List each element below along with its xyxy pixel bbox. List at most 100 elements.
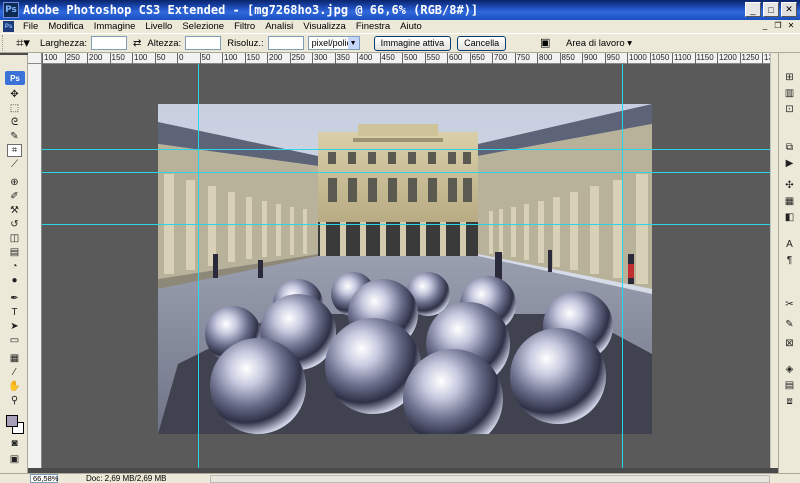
zoom-level-field[interactable]: 66,58% (30, 474, 58, 483)
menu-aiuto[interactable]: Aiuto (395, 21, 427, 32)
hand-icon[interactable]: ✋ (7, 380, 22, 393)
menu-immagine[interactable]: Immagine (89, 21, 141, 32)
swap-dimensions-icon[interactable]: ⇄ (133, 38, 141, 49)
horizontal-guide[interactable] (42, 172, 770, 173)
clone-stamp-icon[interactable]: ⚒ (7, 204, 22, 217)
slice-icon[interactable]: ⟋ (7, 158, 22, 171)
menu-filtro[interactable]: Filtro (229, 21, 260, 32)
vertical-ruler[interactable] (28, 64, 42, 468)
lasso-icon[interactable]: ᘓ (7, 116, 22, 129)
horizontal-scrollbar[interactable] (210, 475, 770, 483)
move-icon[interactable]: ✥ (7, 88, 22, 101)
crop-icon[interactable]: ⌗ (7, 144, 22, 157)
vertical-guide[interactable] (622, 64, 623, 468)
quick-selection-icon[interactable]: ✎ (7, 130, 22, 143)
workspace-menu[interactable]: Area di lavoro ▾ (566, 38, 632, 49)
brushes-icon[interactable]: ✎ (782, 318, 797, 331)
ruler-label: 1100 (674, 53, 692, 62)
info-icon[interactable]: ⊡ (782, 103, 797, 116)
paragraph-icon[interactable]: ¶ (782, 254, 797, 267)
gradient-icon[interactable]: ▤ (7, 246, 22, 259)
doc-restore-icon[interactable]: ❐ (773, 20, 783, 30)
menu-analisi[interactable]: Analisi (260, 21, 298, 32)
horizontal-guide[interactable] (42, 224, 770, 225)
screen-mode-icon[interactable]: ▣ (7, 453, 22, 466)
doc-close-icon[interactable]: ✕ (786, 20, 796, 30)
tool-presets-icon[interactable]: ✂ (782, 298, 797, 311)
width-input[interactable] (91, 36, 128, 50)
options-grip[interactable] (2, 35, 6, 51)
marquee-icon[interactable]: ⬚ (7, 102, 22, 115)
swatches-icon[interactable]: ▦ (782, 195, 797, 208)
styles-icon[interactable]: ◧ (782, 211, 797, 224)
ruler-label: 900 (584, 53, 598, 62)
blur-icon[interactable]: ◔ (7, 260, 22, 273)
ruler-tick (402, 53, 403, 64)
doc-minimize-icon[interactable]: _ (760, 20, 770, 30)
minimize-button[interactable]: _ (745, 2, 761, 17)
menu-livello[interactable]: Livello (140, 21, 177, 32)
brush-icon[interactable]: ✐ (7, 190, 22, 203)
ruler-tick (424, 53, 426, 64)
path-selection-icon[interactable]: ➤ (7, 320, 22, 333)
healing-icon[interactable]: ⊕ (7, 176, 22, 189)
clear-button[interactable]: Cancella (457, 35, 507, 51)
menu-modifica[interactable]: Modifica (43, 21, 88, 32)
ruler-tick (537, 53, 538, 64)
maximize-button[interactable]: □ (763, 2, 779, 17)
horizontal-guide[interactable] (42, 149, 770, 150)
options-bar: ⌗▾ Larghezza: ⇄ Altezza: Risoluz.: pixel… (0, 33, 800, 53)
document-image[interactable] (158, 104, 652, 434)
navigator-icon[interactable]: ⊞ (782, 71, 797, 84)
character-icon[interactable]: A (782, 238, 797, 251)
resolution-unit-select[interactable]: pixel/police ▼ (307, 36, 360, 50)
ruler-origin[interactable] (28, 53, 42, 64)
ruler-label: 650 (471, 53, 485, 62)
foreground-color-swatch[interactable] (6, 415, 18, 427)
history-icon[interactable]: ⧉ (782, 141, 797, 154)
ruler-tick (132, 53, 133, 64)
layers-icon[interactable]: ◈ (782, 363, 797, 376)
dodge-icon[interactable]: ● (7, 274, 22, 287)
ruler-label: 600 (449, 53, 463, 62)
ruler-tick (559, 53, 561, 64)
vertical-scrollbar[interactable] (770, 53, 778, 468)
close-button[interactable]: ✕ (781, 2, 797, 17)
photoshop-badge-icon[interactable]: Ps (5, 71, 25, 85)
clone-source-icon[interactable]: ⊠ (782, 337, 797, 350)
zoom-icon[interactable]: ⚲ (7, 394, 22, 407)
eraser-icon[interactable]: ◫ (7, 232, 22, 245)
type-icon[interactable]: T (7, 306, 22, 319)
shape-icon[interactable]: ▭ (7, 334, 22, 347)
paths-icon[interactable]: ⧈ (782, 395, 797, 408)
ruler-label: 500 (404, 53, 418, 62)
front-image-button[interactable]: Immagine attiva (373, 35, 452, 51)
document-canvas[interactable] (42, 64, 770, 468)
ruler-tick (64, 53, 66, 64)
vertical-guide[interactable] (198, 64, 199, 468)
menu-visualizza[interactable]: Visualizza (298, 21, 351, 32)
workspace-icon[interactable]: ▣ (540, 36, 556, 50)
eyedropper-icon[interactable]: ⁄ (7, 366, 22, 379)
height-input[interactable] (185, 36, 222, 50)
menu-finestra[interactable]: Finestra (351, 21, 395, 32)
menu-selezione[interactable]: Selezione (177, 21, 229, 32)
history-brush-icon[interactable]: ↺ (7, 218, 22, 231)
app-menu-icon[interactable]: Ps (3, 21, 14, 32)
quick-mask-icon[interactable]: ◙ (7, 437, 22, 450)
actions-icon[interactable]: ▶ (782, 157, 797, 170)
channels-icon[interactable]: ▤ (782, 379, 797, 392)
horizontal-ruler[interactable]: 100 250 200 150 100 50 0 50 100 150 200 250 300 350 40… (42, 53, 782, 64)
ruler-label: 100 (224, 53, 238, 62)
resolution-input[interactable] (267, 36, 304, 50)
color-icon[interactable]: ✣ (782, 179, 797, 192)
notes-icon[interactable]: ▦ (7, 352, 22, 365)
ruler-label: 950 (606, 53, 620, 62)
crop-tool-preset-icon[interactable]: ⌗▾ (12, 35, 34, 51)
ruler-label: 750 (516, 53, 530, 62)
histogram-icon[interactable]: ▥ (782, 87, 797, 100)
document-size-info[interactable]: Doc: 2,69 MB/2,69 MB (86, 474, 166, 483)
pen-icon[interactable]: ✒ (7, 292, 22, 305)
ruler-label: 100 (44, 53, 58, 62)
menu-file[interactable]: File (18, 21, 43, 32)
